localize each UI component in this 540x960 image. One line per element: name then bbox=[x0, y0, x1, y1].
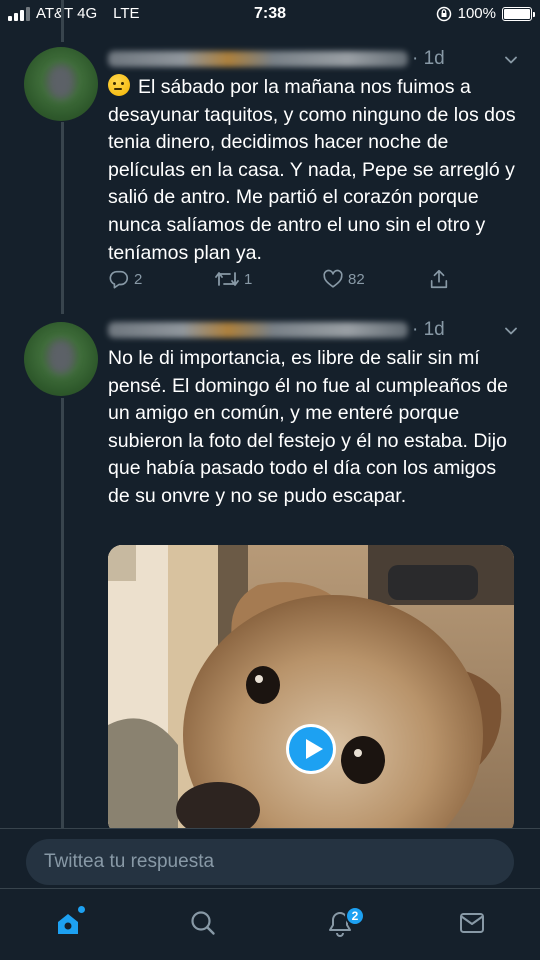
video-thumbnail bbox=[108, 545, 514, 835]
thread-line bbox=[61, 122, 64, 314]
notifications-badge: 2 bbox=[345, 906, 365, 926]
tweet-text: El sábado por la mañana nos fuimos a des… bbox=[108, 74, 520, 267]
chevron-down-icon[interactable] bbox=[504, 324, 518, 338]
battery-percent: 100% bbox=[457, 5, 496, 22]
battery-icon bbox=[502, 6, 535, 21]
like-button[interactable]: 82 bbox=[322, 268, 365, 290]
tweet-text: No le di importancia, es libre de salir … bbox=[108, 347, 509, 507]
share-button[interactable] bbox=[428, 268, 450, 290]
search-icon bbox=[191, 911, 215, 935]
thread-line bbox=[61, 0, 64, 42]
tweet-header: · 1d bbox=[108, 318, 520, 342]
retweet-count: 1 bbox=[244, 270, 253, 288]
status-right: 100% bbox=[436, 5, 535, 22]
battery-fill bbox=[504, 8, 530, 19]
unread-dot bbox=[78, 906, 85, 913]
play-icon[interactable] bbox=[286, 724, 336, 774]
tweet-time: · 1d bbox=[412, 319, 445, 340]
blurred-username[interactable] bbox=[108, 322, 408, 338]
orientation-lock-icon bbox=[436, 6, 451, 21]
tweet-video[interactable] bbox=[108, 545, 514, 835]
avatar[interactable] bbox=[24, 47, 98, 121]
messages-icon bbox=[460, 913, 484, 933]
tweet-header: · 1d bbox=[108, 47, 520, 71]
tweet-actions: 2 1 82 bbox=[108, 268, 458, 298]
tweet-body: El sábado por la mañana nos fuimos a des… bbox=[108, 76, 516, 264]
reply-count: 2 bbox=[134, 270, 143, 288]
chevron-down-icon[interactable] bbox=[504, 53, 518, 67]
retweet-button[interactable]: 1 bbox=[214, 268, 252, 290]
screen: AT&T 4G LTE 7:38 100% · 1d El sábado por… bbox=[0, 0, 540, 960]
tab-messages[interactable] bbox=[452, 903, 492, 943]
status-bar: AT&T 4G LTE 7:38 100% bbox=[0, 0, 540, 30]
reply-input[interactable]: Twittea tu respuesta bbox=[26, 839, 514, 885]
thinking-face-emoji bbox=[108, 74, 130, 96]
tweet-time: · 1d bbox=[412, 48, 445, 69]
tab-search[interactable] bbox=[183, 903, 223, 943]
avatar[interactable] bbox=[24, 322, 98, 396]
reply-icon bbox=[109, 270, 129, 289]
home-icon bbox=[58, 914, 78, 934]
heart-icon bbox=[323, 269, 343, 288]
share-icon bbox=[430, 269, 448, 289]
like-count: 82 bbox=[348, 270, 365, 288]
blurred-username[interactable] bbox=[108, 51, 408, 67]
tab-bar bbox=[0, 888, 540, 960]
thread-line bbox=[61, 398, 64, 830]
retweet-icon bbox=[215, 272, 239, 286]
reply-bar: Twittea tu respuesta bbox=[0, 828, 540, 888]
reply-button[interactable]: 2 bbox=[108, 268, 142, 290]
